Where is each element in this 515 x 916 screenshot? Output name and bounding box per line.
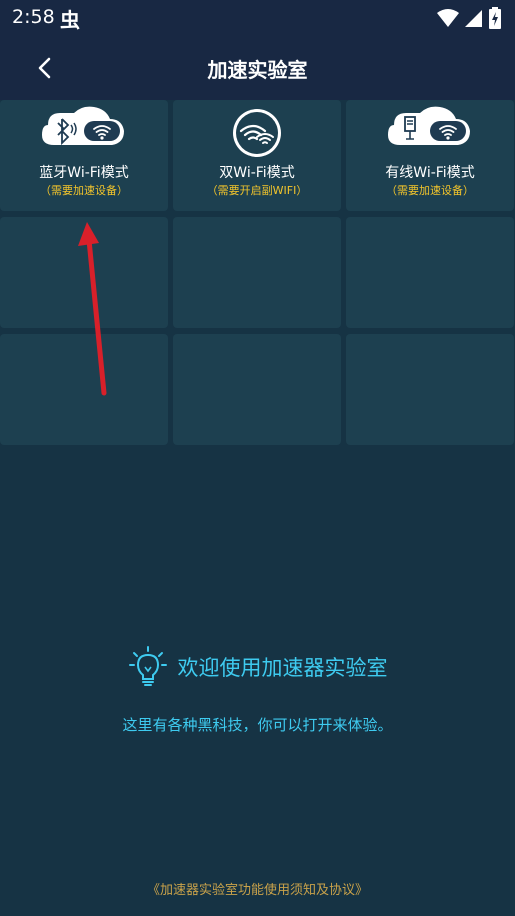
welcome-subtitle: 这里有各种黑科技，你可以打开来体验。 bbox=[122, 716, 393, 734]
welcome-title: 欢迎使用加速器实验室 bbox=[177, 656, 388, 680]
lightbulb-icon bbox=[128, 646, 167, 686]
annotation-arrow bbox=[78, 222, 107, 396]
welcome-header: 欢迎使用加速器实验室 bbox=[0, 645, 515, 689]
agreement-link[interactable]: 《加速器实验室功能使用须知及协议》 bbox=[0, 879, 515, 898]
